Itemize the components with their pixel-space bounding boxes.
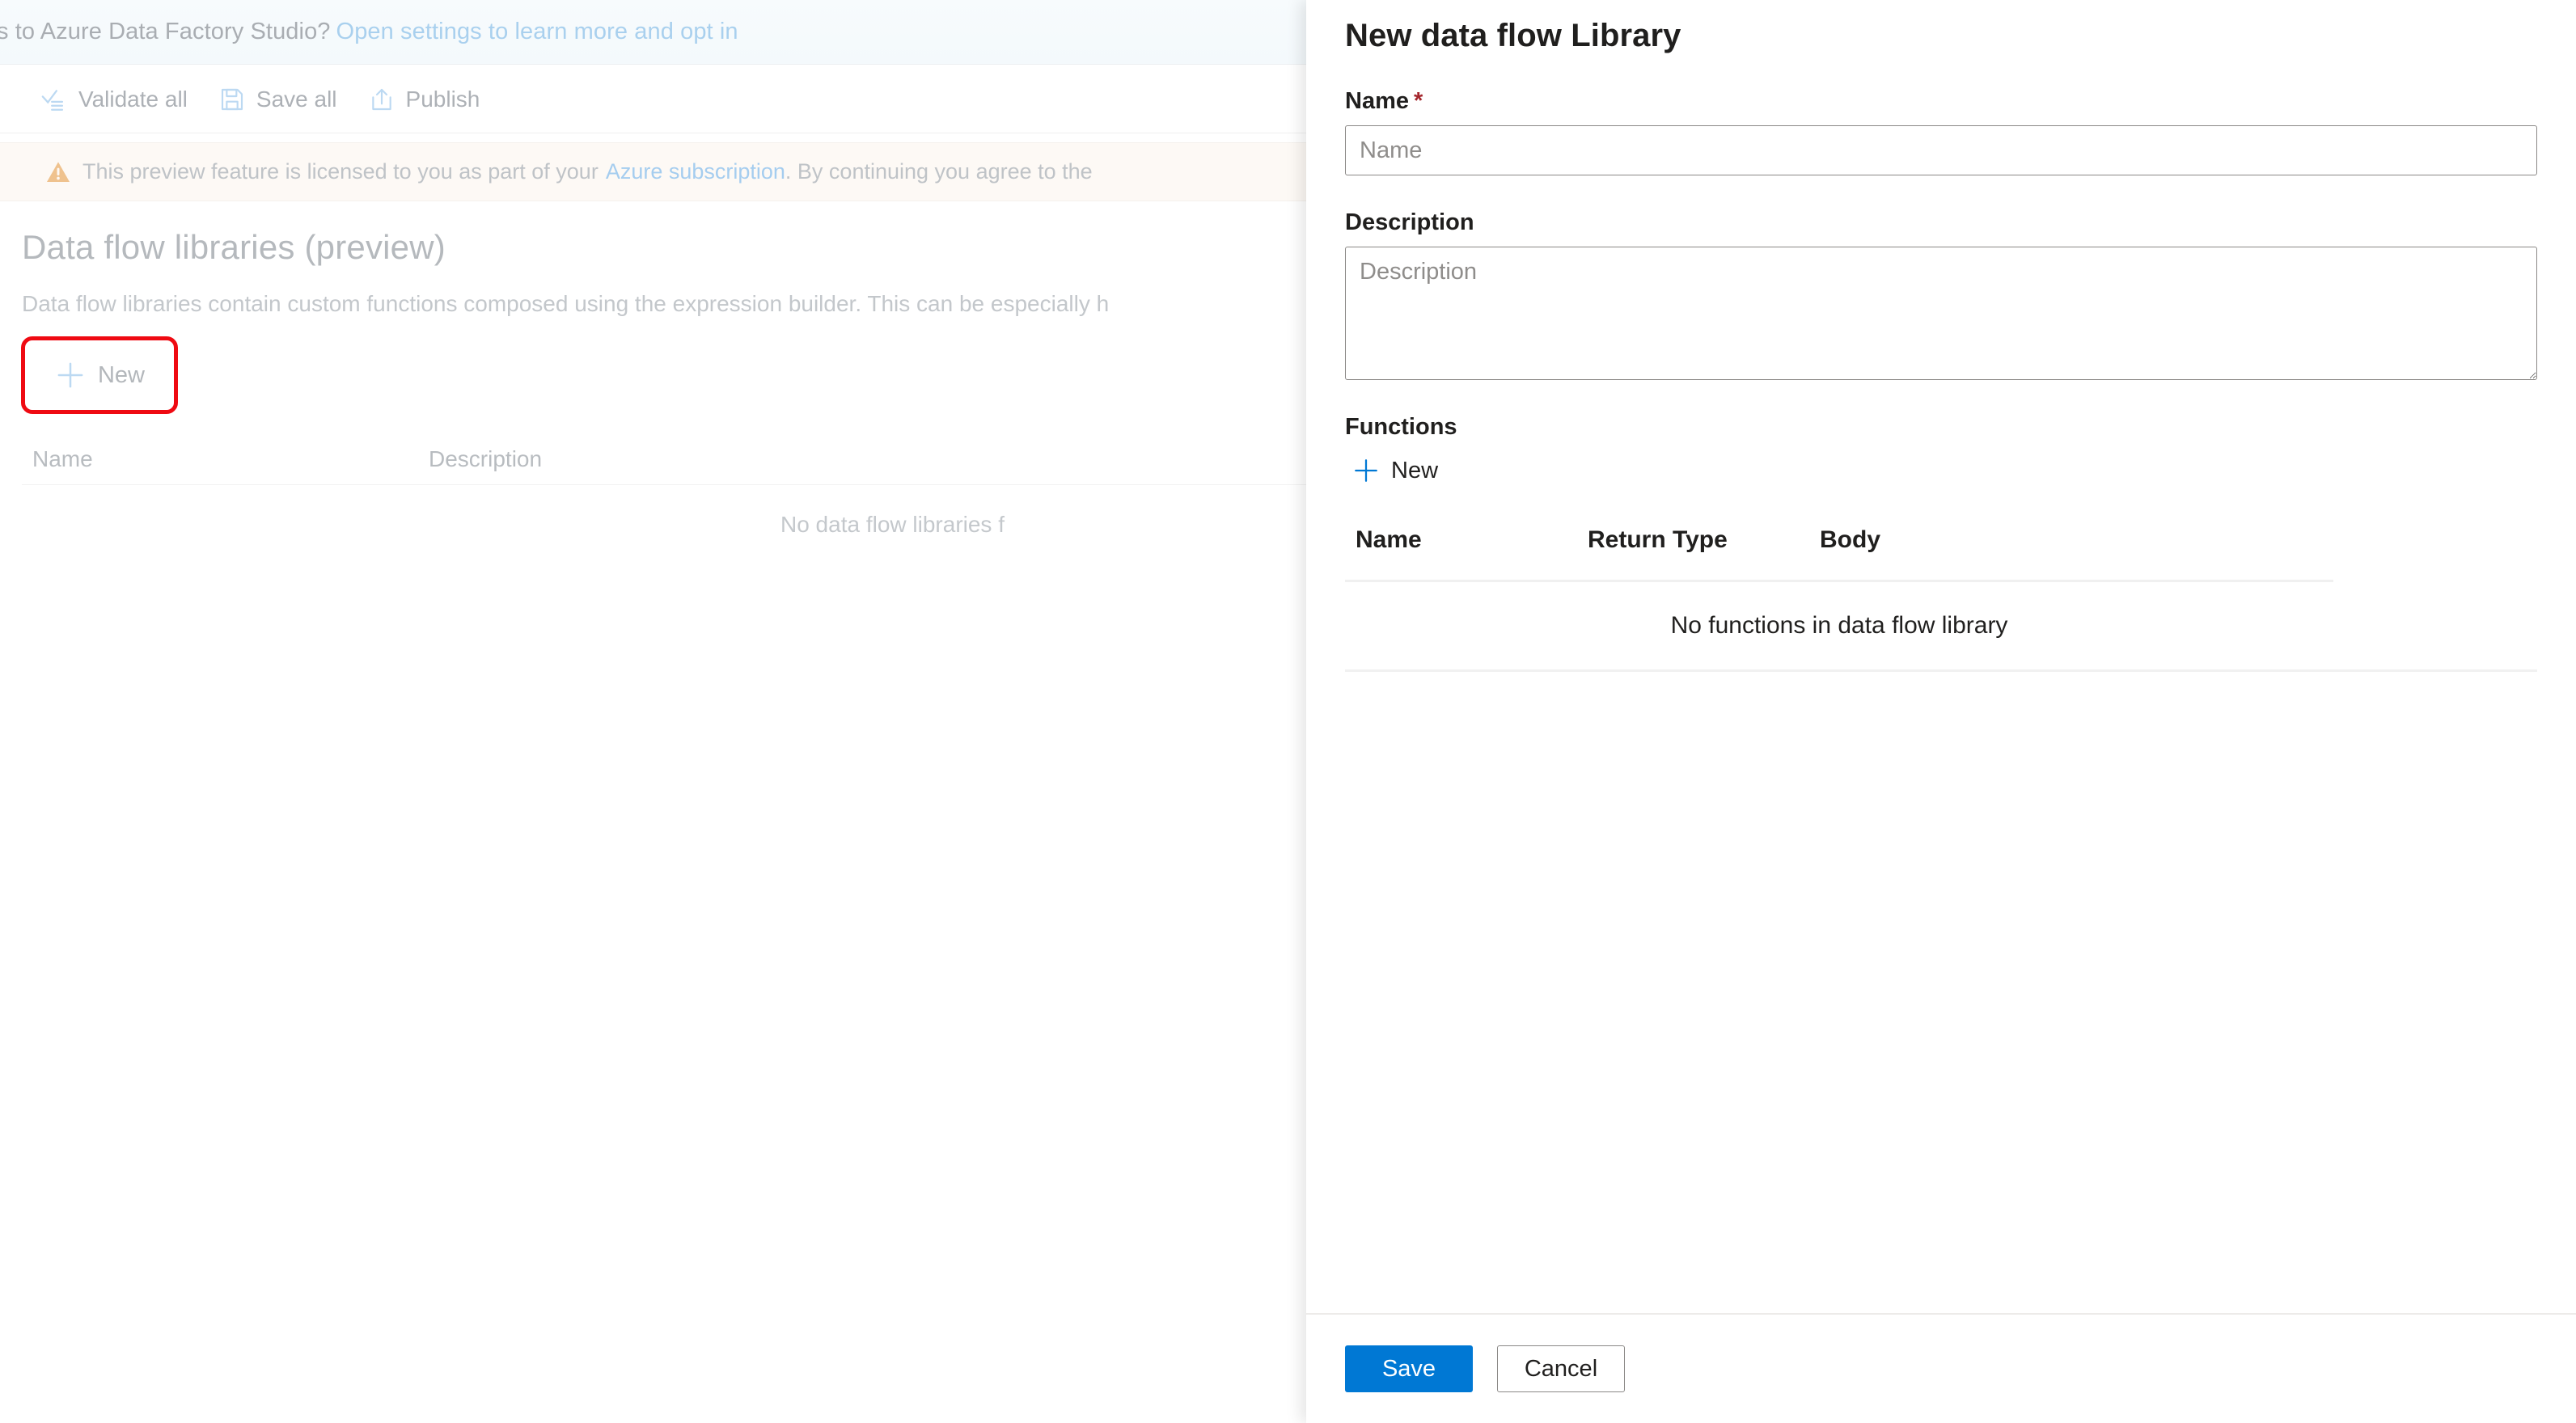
save-all-label: Save all <box>256 86 337 112</box>
name-field-group: Name * <box>1345 88 2537 175</box>
panel-content: New data flow Library Name* Description … <box>1306 0 2576 1313</box>
publish-label: Publish <box>405 86 480 112</box>
functions-header-row: Name Return Type Body <box>1345 517 2333 564</box>
optin-banner-text: s to Azure Data Factory Studio? <box>0 19 331 44</box>
column-header-name[interactable]: Name <box>32 446 429 472</box>
save-all-button[interactable]: Save all <box>207 75 349 124</box>
save-button[interactable]: Save <box>1345 1345 1473 1392</box>
name-input[interactable] <box>1345 125 2537 175</box>
new-function-button-label: New <box>1391 457 1439 483</box>
new-library-button-label: New <box>97 361 145 388</box>
functions-table: Name Return Type Body No functions in da… <box>1345 517 2333 669</box>
table-header-row: Name Description <box>22 434 1310 484</box>
name-label-text: Name <box>1345 88 1409 114</box>
new-library-button-wrapper: New <box>21 336 179 415</box>
functions-section-label: Functions <box>1345 414 1457 440</box>
validate-all-label: Validate all <box>78 86 188 112</box>
description-field-label: Description <box>1345 209 1474 235</box>
new-data-flow-library-panel: New data flow Library Name* Description … <box>1306 0 2576 1423</box>
optin-settings-link[interactable]: Open settings to learn more and opt in <box>336 19 738 45</box>
publish-button[interactable]: Publish <box>357 75 492 124</box>
save-all-icon <box>218 86 246 113</box>
warning-icon <box>45 159 71 185</box>
validate-all-icon <box>40 86 68 113</box>
azure-subscription-link[interactable]: Azure subscription <box>606 159 785 184</box>
column-header-body[interactable]: Body <box>1820 526 2333 554</box>
cancel-button[interactable]: Cancel <box>1497 1345 1625 1392</box>
optin-banner: s to Azure Data Factory Studio? Open set… <box>0 0 1310 65</box>
functions-empty-message: No functions in data flow library <box>1670 612 2008 639</box>
preview-banner-text-before: This preview feature is licensed to you … <box>82 159 599 184</box>
new-library-button[interactable]: New <box>22 337 177 413</box>
publish-icon <box>368 86 395 113</box>
table-empty-message: No data flow libraries f <box>780 512 1005 537</box>
data-flow-libraries-table: Name Description No data flow libraries … <box>22 434 1310 564</box>
plus-icon <box>54 359 87 391</box>
page-description: Data flow libraries contain custom funct… <box>22 291 1110 316</box>
name-field-label: Name * <box>1345 88 2537 115</box>
preview-banner-text-after: . By continuing you agree to the <box>785 159 1093 184</box>
page-title: Data flow libraries (preview) <box>22 228 446 266</box>
panel-title: New data flow Library <box>1345 18 1681 53</box>
column-header-description[interactable]: Description <box>429 446 1310 472</box>
description-field-group: Description <box>1345 209 2537 380</box>
plus-icon <box>1351 456 1381 485</box>
required-asterisk: * <box>1414 88 1423 114</box>
validate-all-button[interactable]: Validate all <box>29 75 199 124</box>
functions-bottom-divider <box>1345 669 2537 672</box>
page-body: Data flow libraries (preview) Data flow … <box>0 201 1310 564</box>
new-function-button[interactable]: New <box>1351 447 1446 494</box>
column-header-return-type[interactable]: Return Type <box>1588 526 1820 554</box>
description-textarea[interactable] <box>1345 247 2537 380</box>
preview-license-banner: This preview feature is licensed to you … <box>0 142 1310 201</box>
panel-footer: Save Cancel <box>1306 1313 2576 1423</box>
command-bar: Validate all Save all Publish <box>0 65 1310 133</box>
column-header-name[interactable]: Name <box>1356 526 1588 554</box>
functions-section: Functions New Name Return Type Body No f… <box>1345 414 2537 672</box>
studio-background: s to Azure Data Factory Studio? Open set… <box>0 0 1310 1423</box>
app-root: s to Azure Data Factory Studio? Open set… <box>0 0 2576 1423</box>
